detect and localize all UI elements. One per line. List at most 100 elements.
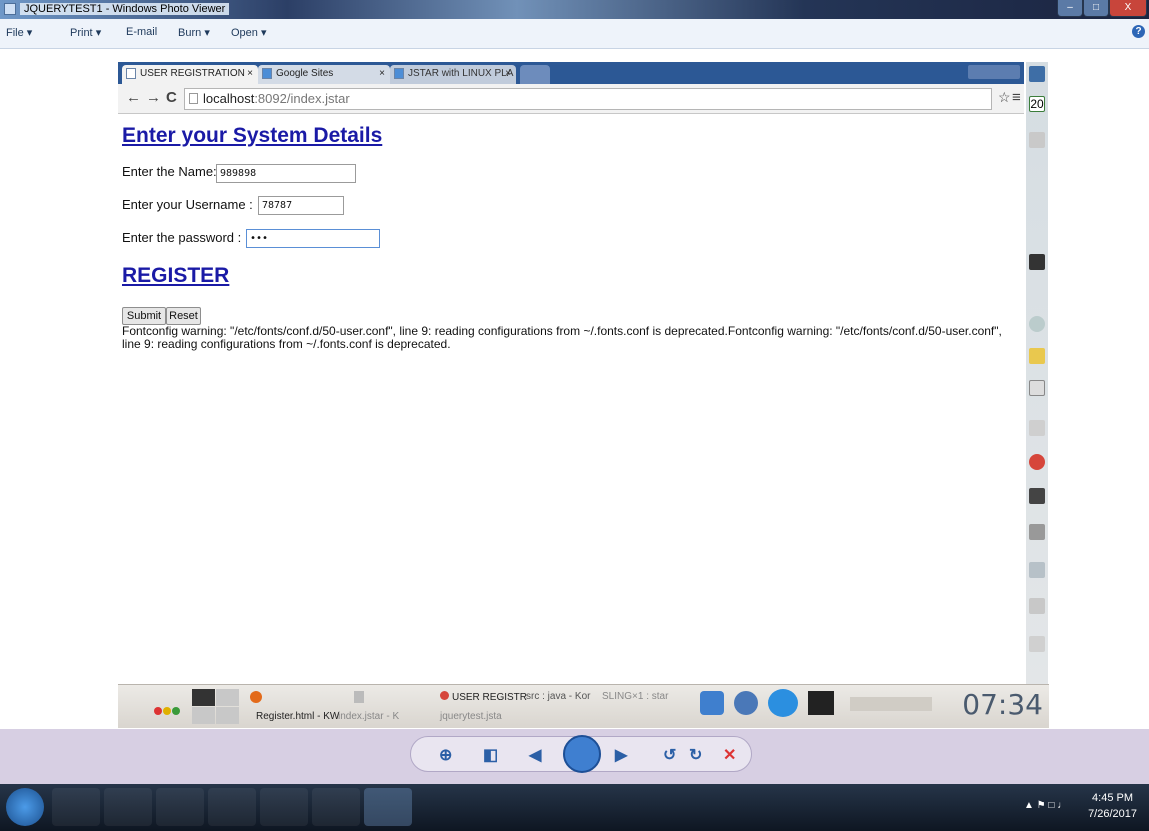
window-buttons-icon[interactable] xyxy=(154,707,182,717)
password-field[interactable]: ••• xyxy=(246,229,380,248)
google-sites-icon xyxy=(262,68,272,79)
pencil-icon[interactable] xyxy=(1029,348,1045,364)
app-icon[interactable] xyxy=(734,691,758,715)
photo-viewer-titlebar: JQUERYTEST1 - Windows Photo Viewer – □ X xyxy=(0,0,1149,19)
new-tab-button[interactable] xyxy=(520,65,550,84)
task-register-html[interactable]: Register.html - KW xyxy=(256,711,339,722)
address-bar[interactable]: localhost:8092/index.jstar xyxy=(184,88,992,110)
firefox-icon[interactable] xyxy=(250,691,262,703)
pager[interactable] xyxy=(192,689,240,725)
firefox-icon[interactable] xyxy=(208,788,256,826)
app-icon[interactable] xyxy=(1029,66,1045,82)
internet-explorer-icon[interactable] xyxy=(768,689,798,717)
menu-file[interactable]: File ▾ xyxy=(6,26,32,39)
task-index-jstar[interactable]: index.jstar - K xyxy=(338,711,399,722)
tray-icons[interactable]: ▲ ⚑ □ ♩ xyxy=(1024,800,1067,811)
chevron-down-icon: ▾ xyxy=(95,27,102,39)
rotate-left-icon[interactable]: ↺ xyxy=(663,745,676,765)
reset-button[interactable]: Reset xyxy=(166,307,201,325)
name-field[interactable]: 989898 xyxy=(216,164,356,183)
calendar-icon[interactable]: 20 xyxy=(1029,96,1045,112)
page-icon xyxy=(189,93,198,104)
task-src-java[interactable]: src : java - Kor xyxy=(526,691,590,702)
menu-print[interactable]: Print ▾ xyxy=(70,26,101,39)
internet-explorer-icon[interactable] xyxy=(52,788,100,826)
system-details-heading: Enter your System Details xyxy=(122,124,383,147)
system-tray[interactable] xyxy=(850,697,932,711)
document-icon[interactable] xyxy=(1029,380,1045,396)
app-icon[interactable] xyxy=(1029,636,1045,652)
minimize-button[interactable]: – xyxy=(1057,0,1083,17)
window-title: JQUERYTEST1 - Windows Photo Viewer xyxy=(20,3,230,15)
app-icon[interactable] xyxy=(312,788,360,826)
chevron-down-icon: ▾ xyxy=(26,27,33,39)
tab-close-icon[interactable]: × xyxy=(379,65,385,82)
app-icon[interactable] xyxy=(1029,420,1045,436)
terminal-icon[interactable] xyxy=(808,691,834,715)
app-icon[interactable] xyxy=(1029,598,1045,614)
tray-clock[interactable]: 4:45 PM 7/26/2017 xyxy=(1088,790,1137,822)
maximize-button[interactable]: □ xyxy=(1083,0,1109,17)
app-icon[interactable] xyxy=(1029,316,1045,332)
photo-viewer-app-icon xyxy=(4,3,16,15)
username-field[interactable]: 78787 xyxy=(258,196,344,215)
tab-close-icon[interactable]: × xyxy=(247,65,253,82)
tab-close-icon[interactable]: × xyxy=(505,65,511,82)
zoom-icon[interactable]: ⊕ xyxy=(439,745,452,765)
menu-open[interactable]: Open ▾ xyxy=(231,26,267,39)
chrome-icon[interactable] xyxy=(1029,454,1045,470)
close-button[interactable]: X xyxy=(1109,0,1147,17)
page-icon xyxy=(126,68,136,79)
photo-viewer-menu: File ▾ Print ▾ E-mail Burn ▾ Open ▾ ? xyxy=(0,19,1149,49)
password-label: Enter the password : xyxy=(122,230,242,245)
reload-button[interactable]: C xyxy=(166,89,177,106)
terminal-icon[interactable] xyxy=(1029,254,1045,270)
app-icon[interactable] xyxy=(1029,488,1045,504)
file-explorer-icon[interactable] xyxy=(260,788,308,826)
tray-date: 7/26/2017 xyxy=(1088,808,1137,820)
delete-icon[interactable]: ✕ xyxy=(723,745,736,765)
app-icon[interactable] xyxy=(1029,524,1045,540)
next-icon[interactable]: ▶ xyxy=(615,745,627,765)
browser-menu-icon[interactable]: ≡ xyxy=(1012,89,1021,106)
kde-right-dock: 20 xyxy=(1026,62,1048,684)
browser-window-controls[interactable] xyxy=(968,65,1020,79)
chevron-down-icon: ▾ xyxy=(204,27,210,39)
web-page: Enter your System Details Enter the Name… xyxy=(118,114,1024,684)
chrome-icon xyxy=(440,691,449,700)
app-icon[interactable] xyxy=(104,788,152,826)
menu-email[interactable]: E-mail xyxy=(126,26,157,38)
submit-button[interactable]: Submit xyxy=(122,307,166,325)
start-button[interactable] xyxy=(6,788,44,826)
task-sling[interactable]: SLING×1 : star xyxy=(602,691,668,702)
tab-google-sites[interactable]: Google Sites × xyxy=(258,65,390,84)
photo-viewer-icon[interactable] xyxy=(364,788,412,826)
menu-burn[interactable]: Burn ▾ xyxy=(178,26,210,39)
username-label: Enter your Username : xyxy=(122,197,253,212)
google-sites-icon xyxy=(394,68,404,79)
task-jquerytest[interactable]: jquerytest.jsta xyxy=(440,711,502,722)
photo-viewer-controls: ⊕ ◧ ◀ ▶ ↺ ↻ ✕ xyxy=(0,729,1149,784)
actual-size-icon[interactable]: ◧ xyxy=(483,745,498,765)
rotate-right-icon[interactable]: ↻ xyxy=(689,745,702,765)
tray-time: 4:45 PM xyxy=(1092,792,1134,804)
previous-icon[interactable]: ◀ xyxy=(529,745,541,765)
kde-panel: Register.html - KW index.jstar - K jquer… xyxy=(118,684,1049,728)
app-icon[interactable] xyxy=(1029,562,1045,578)
windows-taskbar: ▲ ⚑ □ ♩ 4:45 PM 7/26/2017 xyxy=(0,784,1149,831)
forward-button[interactable]: → xyxy=(146,89,161,106)
back-button[interactable]: ← xyxy=(126,89,141,106)
help-icon[interactable]: ? xyxy=(1132,25,1145,38)
chrome-icon[interactable] xyxy=(156,788,204,826)
browser-tabstrip: USER REGISTRATION × Google Sites × JSTAR w… xyxy=(118,62,1024,84)
slideshow-button[interactable] xyxy=(563,735,601,773)
tab-user-registration[interactable]: USER REGISTRATION × xyxy=(122,65,258,84)
chevron-down-icon: ▾ xyxy=(260,27,267,39)
app-icon[interactable] xyxy=(354,691,364,703)
register-heading: REGISTER xyxy=(122,264,230,287)
file-manager-icon[interactable] xyxy=(700,691,724,715)
app-icon[interactable] xyxy=(1029,132,1045,148)
tab-jstar-linux[interactable]: JSTAR with LINUX PLA × xyxy=(390,65,516,84)
bookmark-star-icon[interactable]: ☆ xyxy=(998,89,1011,106)
task-user-registration[interactable]: USER REGISTR xyxy=(440,691,527,703)
